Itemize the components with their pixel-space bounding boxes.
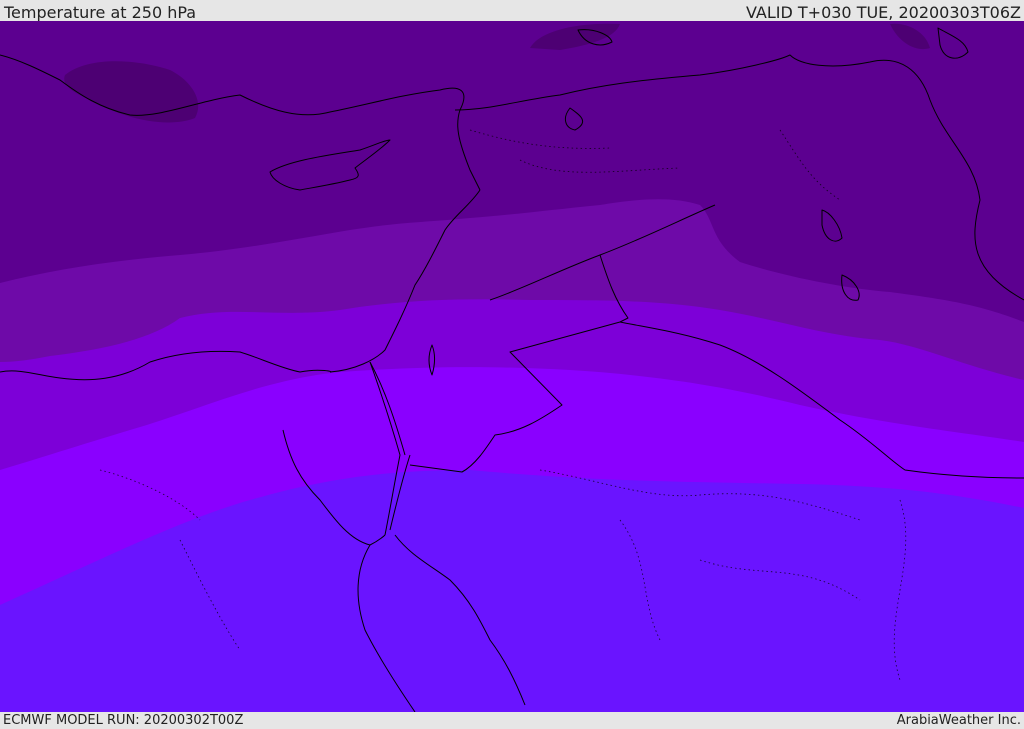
model-run-label: ECMWF MODEL RUN: 20200302T00Z [3,713,244,728]
temperature-map[interactable] [0,21,1024,712]
footer-bar: ECMWF MODEL RUN: 20200302T00Z ArabiaWeat… [0,712,1024,729]
header-bar: Temperature at 250 hPa VALID T+030 TUE, … [0,0,1024,22]
valid-time: VALID T+030 TUE, 20200303T06Z [745,3,1021,22]
brand-label: ArabiaWeather Inc. [896,713,1021,728]
map-title: Temperature at 250 hPa [4,3,197,22]
